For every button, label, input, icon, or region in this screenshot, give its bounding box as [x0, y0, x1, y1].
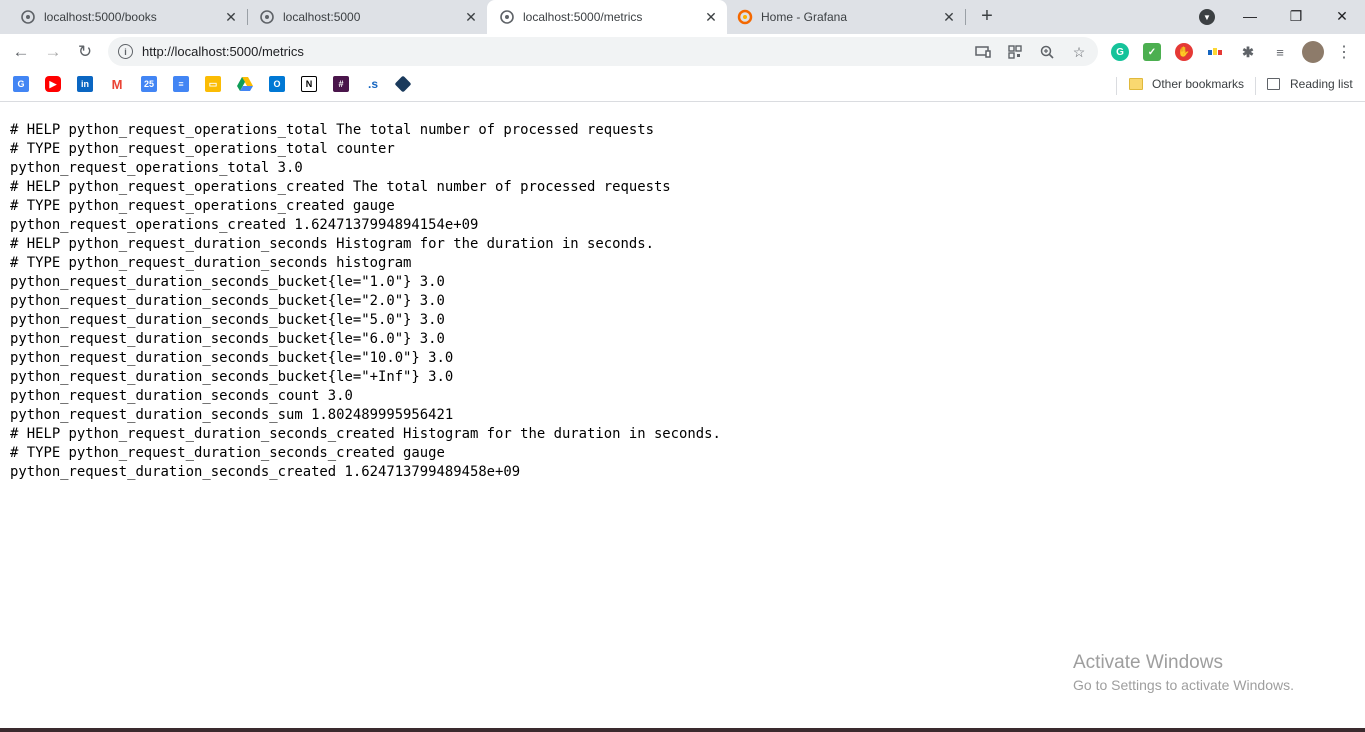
activate-windows-subtitle: Go to Settings to activate Windows.	[1073, 677, 1294, 693]
bookmark-s-icon[interactable]: .s	[365, 76, 381, 92]
metrics-line: python_request_duration_seconds_bucket{l…	[10, 293, 445, 309]
bookmark-separator	[1116, 77, 1117, 95]
globe-icon	[259, 9, 275, 25]
other-bookmarks-link[interactable]: Other bookmarks	[1152, 77, 1244, 91]
adblock-icon[interactable]: ✋	[1175, 43, 1193, 61]
tab-home[interactable]: localhost:5000 ✕	[239, 0, 487, 34]
metrics-line: # TYPE python_request_operations_created…	[10, 198, 395, 214]
metrics-line: # HELP python_request_duration_seconds H…	[10, 236, 654, 252]
tab-strip: localhost:5000/books ✕ localhost:5000 ✕ …	[0, 0, 1365, 34]
info-icon[interactable]: i	[118, 44, 133, 59]
linkedin-icon[interactable]: in	[77, 76, 93, 92]
bookmark-separator	[1255, 77, 1256, 95]
cast-icon[interactable]	[974, 43, 992, 61]
google-docs-icon[interactable]: ≡	[173, 76, 189, 92]
notion-icon[interactable]: N	[301, 76, 317, 92]
tab-close-icon[interactable]: ✕	[939, 7, 959, 27]
address-bar[interactable]: i http://localhost:5000/metrics ☆	[108, 37, 1098, 66]
browser-toolbar: ← → ↻ i http://localhost:5000/metrics ☆ …	[0, 34, 1365, 70]
zoom-icon[interactable]	[1038, 43, 1056, 61]
metrics-line: python_request_duration_seconds_created …	[10, 464, 521, 480]
reload-button[interactable]: ↻	[72, 39, 98, 65]
tab-close-icon[interactable]: ✕	[461, 7, 481, 27]
activate-windows-title: Activate Windows	[1073, 652, 1223, 673]
media-control-icon[interactable]: ≡	[1271, 43, 1289, 61]
back-button[interactable]: ←	[8, 39, 34, 65]
gmail-icon[interactable]: M	[109, 76, 125, 92]
metrics-line: python_request_duration_seconds_bucket{l…	[10, 369, 454, 385]
grafana-icon	[737, 9, 753, 25]
tab-books[interactable]: localhost:5000/books ✕	[0, 0, 247, 34]
tab-grafana[interactable]: Home - Grafana ✕	[727, 0, 965, 34]
tab-close-icon[interactable]: ✕	[701, 7, 721, 27]
metrics-line: # TYPE python_request_duration_seconds_c…	[10, 445, 445, 461]
forward-button[interactable]: →	[40, 39, 66, 65]
metrics-line: python_request_duration_seconds_bucket{l…	[10, 312, 445, 328]
profile-avatar[interactable]	[1302, 41, 1324, 63]
metrics-line: python_request_operations_created 1.6247…	[10, 217, 479, 233]
taskbar-edge	[0, 728, 1365, 732]
metrics-line: # HELP python_request_operations_total T…	[10, 122, 654, 138]
metrics-line: python_request_duration_seconds_sum 1.80…	[10, 407, 454, 423]
grammarly-icon[interactable]: G	[1111, 43, 1129, 61]
bookmark-diamond-icon[interactable]	[394, 75, 412, 93]
google-translate-icon[interactable]: G	[13, 76, 29, 92]
metrics-text-content: # HELP python_request_operations_total T…	[10, 121, 1350, 482]
slack-icon[interactable]: #	[333, 76, 349, 92]
metrics-line: python_request_duration_seconds_bucket{l…	[10, 274, 445, 290]
google-slides-icon[interactable]: ▭	[205, 76, 221, 92]
tab-separator	[965, 9, 966, 25]
tab-title: localhost:5000	[283, 10, 361, 24]
reading-list-icon	[1267, 78, 1280, 90]
close-window-button[interactable]: ✕	[1319, 0, 1365, 32]
folder-icon	[1129, 78, 1143, 90]
chrome-menu-icon[interactable]: ⋮	[1336, 42, 1352, 62]
bookmarks-bar: G ▶ in M 25 ≡ ▭ O N # .s Other bookmarks…	[0, 70, 1365, 102]
metrics-line: # HELP python_request_duration_seconds_c…	[10, 426, 721, 442]
tab-title: Home - Grafana	[761, 10, 848, 24]
outlook-icon[interactable]: O	[269, 76, 285, 92]
youtube-icon[interactable]: ▶	[45, 76, 61, 92]
metrics-line: python_request_operations_total 3.0	[10, 160, 303, 176]
extension-mail-icon[interactable]: ✓	[1143, 43, 1161, 61]
minimize-button[interactable]: —	[1227, 0, 1273, 32]
metrics-line: # TYPE python_request_operations_total c…	[10, 141, 395, 157]
tab-metrics[interactable]: localhost:5000/metrics ✕	[487, 0, 727, 34]
new-tab-button[interactable]: +	[976, 5, 998, 27]
globe-icon	[20, 9, 36, 25]
reading-list-link[interactable]: Reading list	[1290, 77, 1353, 91]
extensions-puzzle-icon[interactable]: ✱	[1239, 43, 1257, 61]
tab-close-icon[interactable]: ✕	[221, 7, 241, 27]
google-calendar-icon[interactable]: 25	[141, 76, 157, 92]
google-drive-icon[interactable]	[237, 76, 253, 92]
url-text[interactable]: http://localhost:5000/metrics	[142, 44, 304, 59]
extension-bars-icon[interactable]	[1207, 43, 1225, 61]
tab-search-icon[interactable]: ▼	[1199, 9, 1215, 25]
tab-title: localhost:5000/books	[44, 10, 157, 24]
tab-title: localhost:5000/metrics	[523, 10, 643, 24]
metrics-line: python_request_duration_seconds_count 3.…	[10, 388, 353, 404]
metrics-line: python_request_duration_seconds_bucket{l…	[10, 350, 454, 366]
metrics-line: # TYPE python_request_duration_seconds h…	[10, 255, 412, 271]
metrics-line: python_request_duration_seconds_bucket{l…	[10, 331, 445, 347]
globe-icon	[499, 9, 515, 25]
restore-button[interactable]: ❐	[1273, 0, 1319, 32]
bookmark-star-icon[interactable]: ☆	[1070, 43, 1088, 61]
qr-code-icon[interactable]	[1006, 43, 1024, 61]
metrics-line: # HELP python_request_operations_created…	[10, 179, 671, 195]
